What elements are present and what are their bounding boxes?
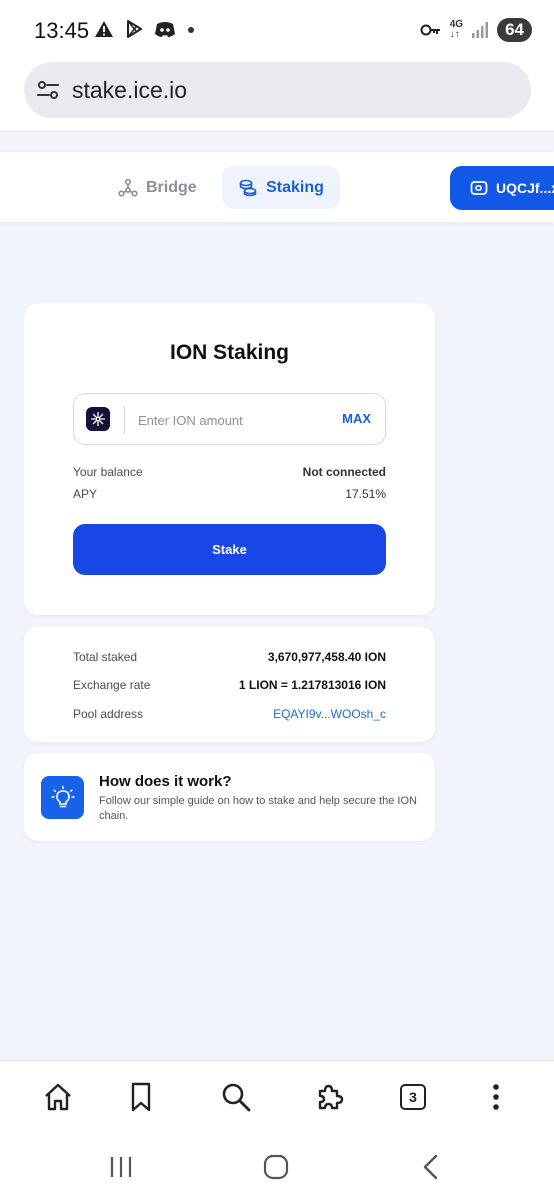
home-system-button[interactable] [261,1152,291,1182]
home-button[interactable] [40,1079,76,1115]
discord-icon [155,22,175,37]
search-icon [222,1083,251,1112]
menu-button[interactable] [478,1079,514,1115]
balance-label: Your balance [73,465,143,479]
puzzle-icon [318,1084,344,1110]
site-settings-icon[interactable] [36,78,60,102]
back-button[interactable] [416,1152,446,1182]
signal-icon [472,22,489,38]
status-bar: 13:45 4G ↓↑ 64 [0,0,554,60]
bookmarks-button[interactable] [123,1079,159,1115]
stake-button[interactable]: Stake [73,524,386,575]
extensions-button[interactable] [312,1079,348,1115]
apy-value: 17.51% [345,487,386,501]
tab-bridge-label: Bridge [146,179,197,196]
input-divider [124,406,125,434]
coins-icon [239,179,257,196]
tab-bridge[interactable]: Bridge [118,167,197,209]
total-staked-row: Total staked 3,670,977,458.40 ION [73,650,386,664]
pool-stats-card: Total staked 3,670,977,458.40 ION Exchan… [24,627,435,742]
tabs-button[interactable]: 3 [395,1079,431,1115]
status-notification-icons [94,19,196,39]
ion-token-icon [86,407,110,431]
play-store-icon [127,20,142,38]
pool-address-row: Pool address EQAYI9v...WOOsh_c [73,707,386,721]
battery-indicator: 64 [497,18,532,42]
balance-value: Not connected [302,465,386,479]
how-it-works-card[interactable]: How does it work? Follow our simple guid… [24,753,435,841]
balance-row: Your balance Not connected [73,465,386,479]
status-time: 13:45 [34,18,90,43]
home-circle-icon [263,1154,289,1180]
tab-staking-label: Staking [266,178,324,196]
exchange-rate-value: 1 LION = 1.217813016 ION [238,678,386,692]
apy-row: APY 17.51% [73,487,386,501]
more-vertical-icon [493,1084,499,1110]
url-text[interactable]: stake.ice.io [72,77,187,104]
recent-apps-button[interactable] [106,1152,136,1182]
warning-icon [95,21,113,37]
amount-field[interactable]: MAX [73,393,386,445]
app-header: Bridge Staking UQCJf...x [0,152,554,222]
amount-input[interactable] [138,408,318,432]
network-type: 4G ↓↑ [449,19,464,40]
how-it-works-description: Follow our simple guide on how to stake … [99,795,417,822]
back-icon [423,1154,438,1180]
home-icon [45,1083,71,1111]
browser-bottom-nav: 3 [0,1060,554,1132]
system-navigation-bar [0,1132,554,1200]
pool-address-link[interactable]: EQAYI9v...WOOsh_c [273,707,386,721]
wallet-address: UQCJf...x [496,180,554,196]
recent-apps-icon [110,1157,132,1177]
wallet-button[interactable]: UQCJf...x [450,166,554,210]
page-title: ION Staking [169,341,290,364]
total-staked-value: 3,670,977,458.40 ION [267,650,386,664]
lightbulb-icon [41,776,84,819]
dot-icon [188,27,194,33]
exchange-rate-row: Exchange rate 1 LION = 1.217813016 ION [73,678,386,692]
how-it-works-title: How does it work? [99,773,232,790]
bookmark-icon [131,1082,151,1112]
browser-toolbar: stake.ice.io [0,60,554,132]
pool-address-label: Pool address [73,707,144,721]
max-button[interactable]: MAX [342,411,371,426]
address-bar[interactable]: stake.ice.io [24,62,531,118]
wallet-icon [470,181,488,195]
exchange-rate-label: Exchange rate [73,678,151,692]
tab-count: 3 [400,1084,426,1110]
status-system-icons: 4G ↓↑ 64 [420,18,532,42]
tab-staking[interactable]: Staking [222,166,340,209]
staking-card: ION Staking MAX Your balance Not connect… [24,303,435,615]
total-staked-label: Total staked [73,650,138,664]
key-icon [420,24,440,36]
apy-label: APY [73,487,98,501]
bridge-icon [118,178,138,197]
search-button[interactable] [218,1079,254,1115]
